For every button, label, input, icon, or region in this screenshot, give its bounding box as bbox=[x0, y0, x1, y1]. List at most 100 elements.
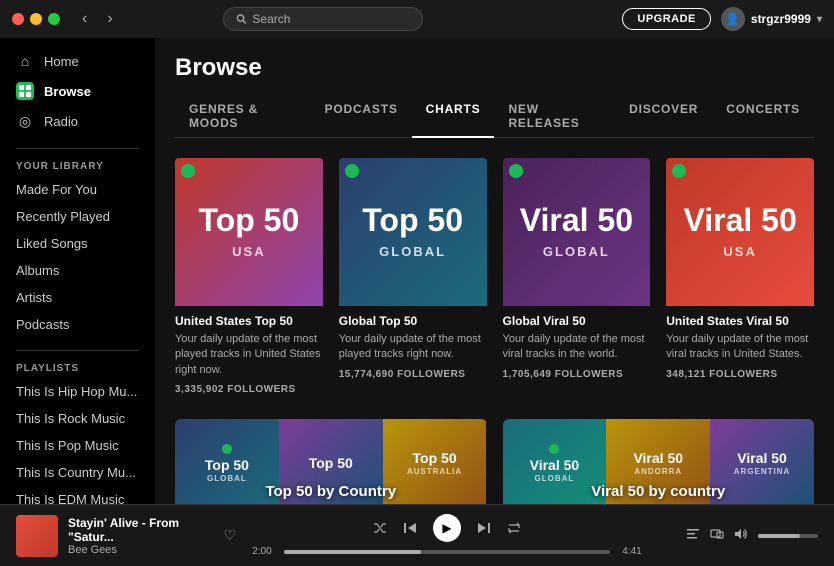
avatar: 👤 bbox=[721, 7, 745, 31]
spotify-icon bbox=[181, 164, 195, 178]
upgrade-button[interactable]: UPGRADE bbox=[622, 8, 711, 30]
tab-new-releases[interactable]: NEW RELEASES bbox=[494, 96, 615, 138]
tabs-bar: GENRES & MOODS PODCASTS CHARTS NEW RELEA… bbox=[175, 96, 814, 138]
search-input[interactable] bbox=[252, 12, 409, 26]
card-global-top50-desc: Your daily update of the most played tra… bbox=[339, 332, 487, 363]
card-us-viral50-title: United States Viral 50 bbox=[666, 314, 814, 328]
tab-genres[interactable]: GENRES & MOODS bbox=[175, 96, 311, 138]
player-bar: Stayin' Alive - From "Satur... Bee Gees … bbox=[0, 504, 834, 566]
devices-button[interactable] bbox=[710, 527, 724, 544]
like-button[interactable]: ♡ bbox=[223, 527, 236, 544]
top-by-country-title: Top 50 by Country bbox=[265, 483, 396, 500]
card-global-top50-label: Top 50 bbox=[362, 204, 463, 236]
sidebar-item-edm[interactable]: This Is EDM Music bbox=[0, 486, 155, 504]
card-global-top50-info: Global Top 50 Your daily update of the m… bbox=[339, 306, 487, 384]
card-us-viral-50[interactable]: Viral 50 USA United States Viral 50 Your… bbox=[666, 158, 814, 399]
maximize-button[interactable] bbox=[48, 13, 60, 25]
card-global-top50-title: Global Top 50 bbox=[339, 314, 487, 328]
player-progress[interactable]: 2:00 4:41 bbox=[248, 546, 646, 557]
player-track-artist: Bee Gees bbox=[68, 544, 205, 556]
card-global-viral-50[interactable]: Viral 50 GLOBAL Global Viral 50 Your dai… bbox=[503, 158, 651, 399]
card-global-viral50-sublabel: GLOBAL bbox=[543, 244, 610, 259]
sidebar-item-country[interactable]: This Is Country Mu... bbox=[0, 459, 155, 486]
tab-podcasts[interactable]: PODCASTS bbox=[311, 96, 412, 138]
card-global-viral50-title: Global Viral 50 bbox=[503, 314, 651, 328]
sidebar-item-recently-played[interactable]: Recently Played bbox=[0, 203, 155, 230]
previous-button[interactable] bbox=[403, 521, 417, 535]
card-us-top50-title: United States Top 50 bbox=[175, 314, 323, 328]
progress-bar[interactable] bbox=[284, 550, 610, 554]
spotify-icon-mini bbox=[549, 444, 559, 454]
home-icon: ⌂ bbox=[16, 52, 34, 70]
card-global-viral-50-image: Viral 50 GLOBAL bbox=[503, 158, 651, 306]
card-us-viral50-info: United States Viral 50 Your daily update… bbox=[666, 306, 814, 384]
volume-button[interactable] bbox=[734, 527, 748, 544]
card-us-top50-followers: 3,335,902 FOLLOWERS bbox=[175, 384, 323, 395]
player-track-name: Stayin' Alive - From "Satur... bbox=[68, 516, 205, 544]
card-global-viral50-desc: Your daily update of the most viral trac… bbox=[503, 332, 651, 363]
card-global-viral50-label: Viral 50 bbox=[520, 204, 633, 236]
traffic-lights bbox=[12, 13, 60, 25]
progress-fill bbox=[284, 550, 421, 554]
user-info[interactable]: 👤 strgzr9999 ▾ bbox=[721, 7, 822, 31]
minimize-button[interactable] bbox=[30, 13, 42, 25]
shuffle-button[interactable] bbox=[373, 521, 387, 535]
player-time-current: 2:00 bbox=[248, 546, 276, 557]
card-global-top50-sublabel: GLOBAL bbox=[379, 244, 446, 259]
sidebar-divider-2 bbox=[16, 350, 139, 351]
featured-cards-grid: Top 50 USA United States Top 50 Your dai… bbox=[175, 158, 814, 399]
card-us-top-50[interactable]: Top 50 USA United States Top 50 Your dai… bbox=[175, 158, 323, 399]
sidebar: ⌂ Home Browse ◎ Radio bbox=[0, 38, 155, 504]
sidebar-item-liked-songs[interactable]: Liked Songs bbox=[0, 230, 155, 257]
player-track: Stayin' Alive - From "Satur... Bee Gees … bbox=[16, 515, 236, 557]
sidebar-item-artists[interactable]: Artists bbox=[0, 284, 155, 311]
card-global-top50-followers: 15,774,690 FOLLOWERS bbox=[339, 369, 487, 380]
viral-by-country-card[interactable]: Viral 50 GLOBAL Viral 50 ANDORRA Viral 5… bbox=[503, 419, 815, 504]
sidebar-item-made-for-you[interactable]: Made For You bbox=[0, 176, 155, 203]
card-global-viral50-followers: 1,705,649 FOLLOWERS bbox=[503, 369, 651, 380]
volume-fill bbox=[758, 534, 800, 538]
sidebar-item-radio[interactable]: ◎ Radio bbox=[0, 106, 155, 136]
top-by-country-card[interactable]: Top 50 GLOBAL Top 50 Top 50 AUSTRALIA To… bbox=[175, 419, 487, 504]
sidebar-item-pop[interactable]: This Is Pop Music bbox=[0, 432, 155, 459]
player-buttons: ▶ bbox=[373, 514, 521, 542]
sidebar-item-podcasts[interactable]: Podcasts bbox=[0, 311, 155, 338]
card-us-top50-info: United States Top 50 Your daily update o… bbox=[175, 306, 323, 399]
back-button[interactable]: ‹ bbox=[76, 8, 93, 30]
spotify-icon-mini bbox=[222, 444, 232, 454]
player-time-total: 4:41 bbox=[618, 546, 646, 557]
next-button[interactable] bbox=[477, 521, 491, 535]
card-global-top-50[interactable]: Top 50 GLOBAL Global Top 50 Your daily u… bbox=[339, 158, 487, 399]
sidebar-playlists-section: PLAYLISTS This Is Hip Hop Mu... This Is … bbox=[0, 355, 155, 504]
card-us-top50-sublabel: USA bbox=[232, 244, 265, 259]
close-button[interactable] bbox=[12, 13, 24, 25]
sidebar-item-rock[interactable]: This Is Rock Music bbox=[0, 405, 155, 432]
username-label: strgzr9999 bbox=[751, 12, 811, 26]
queue-button[interactable] bbox=[686, 527, 700, 544]
card-us-viral50-desc: Your daily update of the most viral trac… bbox=[666, 332, 814, 363]
chevron-down-icon: ▾ bbox=[817, 14, 822, 25]
sidebar-item-home[interactable]: ⌂ Home bbox=[0, 46, 155, 76]
top-by-country-overlay: Top 50 by Country bbox=[175, 483, 487, 501]
card-us-viral-50-image: Viral 50 USA bbox=[666, 158, 814, 306]
sidebar-item-albums[interactable]: Albums bbox=[0, 257, 155, 284]
tab-concerts[interactable]: CONCERTS bbox=[712, 96, 814, 138]
spotify-icon bbox=[672, 164, 686, 178]
card-us-viral50-label: Viral 50 bbox=[683, 204, 796, 236]
spotify-icon bbox=[345, 164, 359, 178]
repeat-button[interactable] bbox=[507, 521, 521, 535]
search-bar[interactable] bbox=[223, 7, 423, 31]
sidebar-item-browse[interactable]: Browse bbox=[0, 76, 155, 106]
sidebar-item-hiphop[interactable]: This Is Hip Hop Mu... bbox=[0, 378, 155, 405]
player-thumbnail bbox=[16, 515, 58, 557]
tab-charts[interactable]: CHARTS bbox=[412, 96, 495, 138]
forward-button[interactable]: › bbox=[101, 8, 118, 30]
volume-bar[interactable] bbox=[758, 534, 818, 538]
tab-discover[interactable]: DISCOVER bbox=[615, 96, 712, 138]
play-pause-button[interactable]: ▶ bbox=[433, 514, 461, 542]
search-icon bbox=[236, 13, 247, 25]
library-section-title: YOUR LIBRARY bbox=[0, 153, 155, 176]
sidebar-nav-section: ⌂ Home Browse ◎ Radio bbox=[0, 46, 155, 136]
app-body: ⌂ Home Browse ◎ Radio bbox=[0, 38, 834, 504]
card-us-top-50-image: Top 50 USA bbox=[175, 158, 323, 306]
